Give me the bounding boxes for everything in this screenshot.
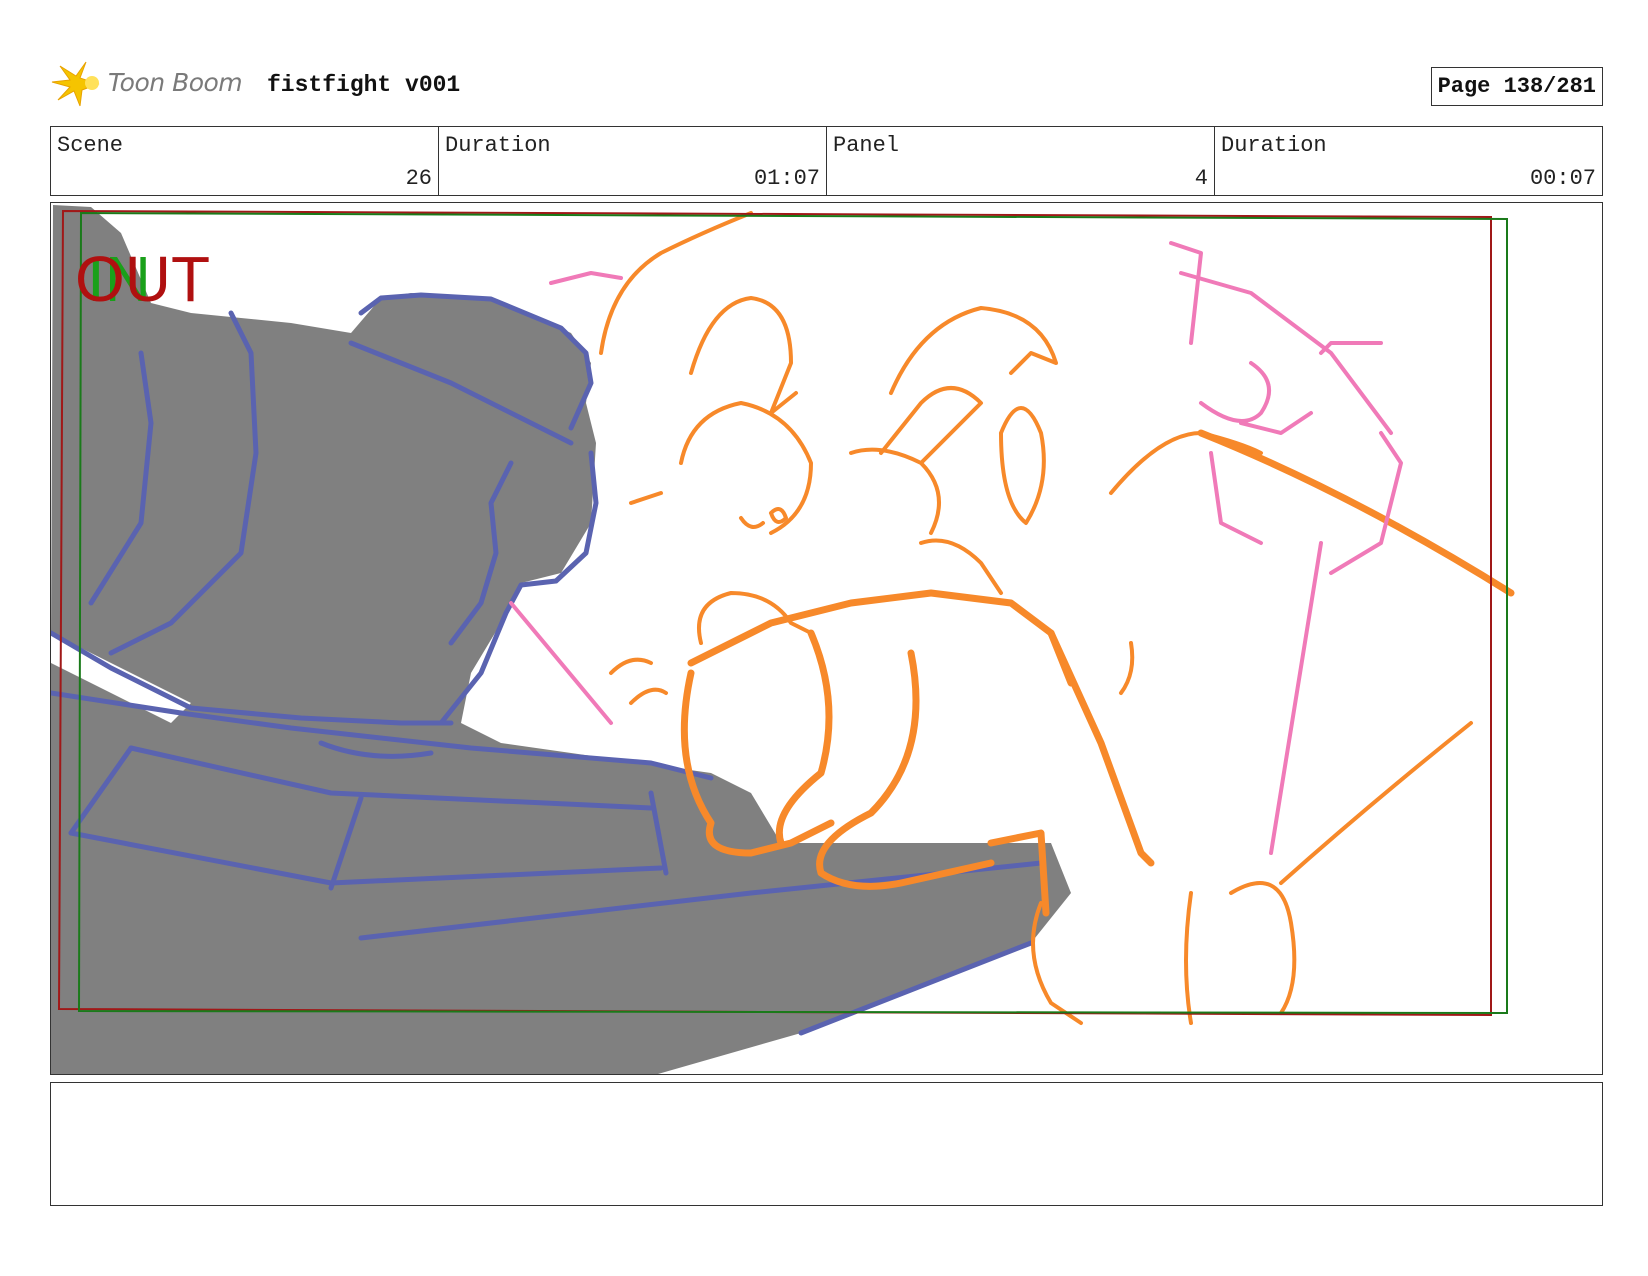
character-eye-left (739, 516, 765, 529)
character-eye-right (769, 507, 788, 524)
pink-line-vertical (1269, 541, 1323, 855)
panel-label: Panel (833, 133, 900, 158)
character-face (679, 401, 813, 535)
character-ear (999, 406, 1046, 525)
pink-line-hand-3 (1199, 361, 1271, 423)
character-line-long (1197, 429, 1515, 597)
pink-line-hand-1 (1169, 241, 1203, 345)
scene-duration-cell: Duration 01:07 (439, 127, 827, 195)
character-motion-1 (609, 657, 653, 675)
character-hand (629, 491, 663, 505)
scene-duration-label: Duration (445, 133, 551, 158)
character-whisker-1 (1279, 721, 1473, 885)
pink-line-thumb (1239, 411, 1313, 435)
pink-line-diagonal (509, 601, 613, 725)
character-motion-2 (629, 687, 668, 705)
character-leg-3 (1047, 629, 1155, 867)
panel-duration-label: Duration (1221, 133, 1327, 158)
pink-line-hand-4 (1209, 451, 1263, 545)
panel-duration-value: 00:07 (1529, 166, 1596, 191)
panel-duration-cell: Duration 00:07 (1215, 127, 1602, 195)
scene-duration-value: 01:07 (753, 166, 820, 191)
character-face-2 (849, 447, 941, 535)
character-hair-3 (889, 306, 1058, 395)
background-shape (51, 205, 1071, 1074)
scene-info-table: Scene 26 Duration 01:07 Panel 4 Duration… (50, 126, 1603, 196)
pink-line-head (549, 271, 623, 285)
out-label: OUT (75, 243, 210, 315)
character-hair-2 (689, 296, 798, 415)
scene-value: 26 (405, 166, 432, 191)
character-cheek (919, 538, 1003, 595)
panel-cell: Panel 4 (827, 127, 1215, 195)
page-header: Toon Boom fistfight v001 Page 138/281 (50, 60, 1603, 108)
panel-notes-box[interactable] (50, 1082, 1603, 1206)
starburst-icon (51, 61, 100, 107)
character-whisker-2 (1109, 431, 1263, 495)
panel-value: 4 (1194, 166, 1208, 191)
character-tail-2 (1184, 891, 1193, 1025)
panel-drawing: IN OUT (51, 205, 1515, 1074)
character-hair-1 (599, 211, 753, 355)
character-leg-1 (775, 629, 833, 847)
toon-boom-logo: Toon Boom (50, 60, 250, 108)
brand-name: Toon Boom (108, 68, 243, 97)
scene-cell: Scene 26 (51, 127, 439, 195)
page-indicator: Page 138/281 (1430, 67, 1603, 106)
character-tail (1229, 881, 1297, 1015)
character-detail (1119, 641, 1135, 695)
project-title: fistfight v001 (267, 72, 461, 98)
pink-line-finger-2 (1329, 431, 1403, 575)
character-arm-1 (687, 589, 1075, 687)
storyboard-panel: IN OUT (50, 202, 1603, 1075)
scene-label: Scene (57, 133, 124, 158)
